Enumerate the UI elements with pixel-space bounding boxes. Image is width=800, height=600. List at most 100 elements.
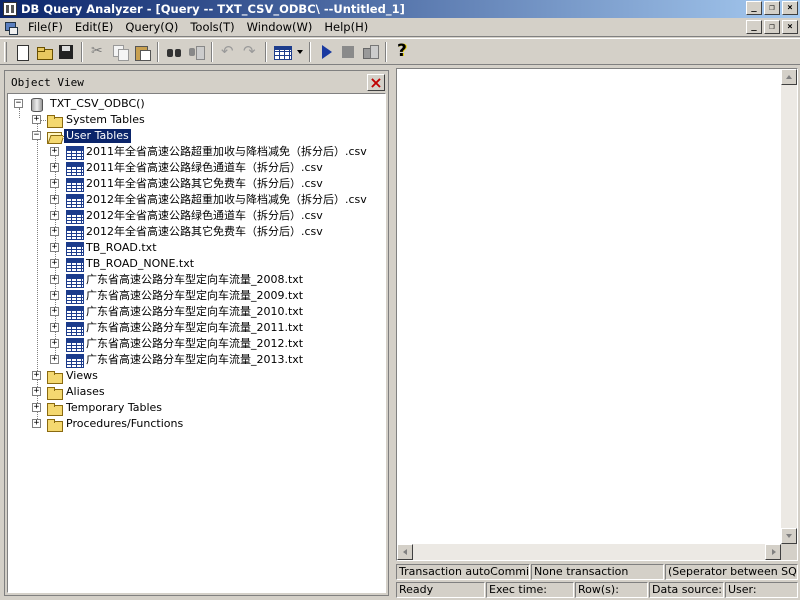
stop-button[interactable] — [337, 41, 359, 63]
expand-toggle[interactable]: + — [50, 291, 59, 300]
menu-edit[interactable]: Edit(E) — [69, 20, 120, 34]
expand-toggle[interactable]: + — [50, 163, 59, 172]
menu-window[interactable]: Window(W) — [241, 20, 319, 34]
menu-bar: File(F) Edit(E) Query(Q) Tools(T) Window… — [0, 18, 800, 37]
child-minimize-button[interactable]: _ — [746, 20, 762, 34]
tree-node-label: Views — [66, 369, 98, 382]
menu-file[interactable]: File(F) — [22, 20, 69, 34]
child-close-button[interactable]: × — [782, 20, 798, 34]
folder-icon — [46, 401, 63, 416]
window-title: DB Query Analyzer - [Query -- TXT_CSV_OD… — [21, 2, 405, 16]
redo-button[interactable] — [239, 41, 261, 63]
tree-node-label: TXT_CSV_ODBC() — [50, 97, 145, 110]
scroll-down-button[interactable] — [781, 528, 797, 544]
scroll-up-button[interactable] — [781, 69, 797, 85]
close-icon: × — [369, 72, 383, 92]
undo-button[interactable] — [217, 41, 239, 63]
expand-toggle[interactable]: + — [50, 307, 59, 316]
undo-icon — [220, 42, 236, 60]
paste-button[interactable] — [131, 41, 153, 63]
expand-toggle[interactable]: + — [32, 115, 41, 124]
collapse-toggle[interactable]: − — [14, 99, 23, 108]
tree-node-label: 广东省高速公路分车型定向车流量_2008.txt — [86, 273, 304, 286]
toolbar-separator — [211, 41, 213, 62]
expand-toggle[interactable]: + — [50, 195, 59, 204]
new-button[interactable] — [11, 41, 33, 63]
title-bar: DB Query Analyzer - [Query -- TXT_CSV_OD… — [0, 0, 800, 18]
close-button[interactable]: × — [782, 1, 798, 15]
expand-toggle[interactable]: + — [50, 147, 59, 156]
scroll-right-button[interactable] — [765, 544, 781, 560]
horizontal-scrollbar[interactable] — [397, 544, 781, 560]
database-icon — [28, 97, 44, 112]
scroll-left-button[interactable] — [397, 544, 413, 560]
object-view-close-button[interactable]: × — [367, 74, 385, 91]
expand-toggle[interactable]: + — [50, 259, 59, 268]
find-icon — [166, 44, 182, 60]
expand-toggle[interactable]: + — [32, 403, 41, 412]
tree-node-label: TB_ROAD_NONE.txt — [86, 257, 195, 270]
run-icon — [318, 44, 334, 60]
grid-view-button[interactable] — [271, 41, 293, 63]
expand-toggle[interactable]: + — [32, 371, 41, 380]
child-restore-button[interactable]: ❐ — [764, 20, 780, 34]
table-icon — [66, 209, 84, 224]
find-button[interactable] — [163, 41, 185, 63]
folder-icon — [46, 369, 63, 384]
copy-button[interactable] — [109, 41, 131, 63]
expand-toggle[interactable]: + — [50, 339, 59, 348]
table-icon — [66, 225, 84, 240]
document-icon[interactable] — [4, 20, 18, 35]
object-view-panel: Object View × − TXT_CSV_ODBC() + System … — [4, 70, 389, 596]
help-button[interactable] — [391, 41, 413, 63]
restore-button[interactable]: ❐ — [764, 1, 780, 15]
expand-toggle[interactable]: + — [50, 323, 59, 332]
folder-icon — [46, 113, 63, 128]
toolbar-grip[interactable] — [4, 41, 7, 62]
new-icon — [14, 44, 30, 61]
step-button[interactable] — [359, 41, 381, 63]
table-icon — [66, 353, 84, 368]
menu-help[interactable]: Help(H) — [318, 20, 374, 34]
window-controls: _ ❐ × — [746, 1, 798, 15]
status-autocommit: Transaction autoCommit: O — [396, 564, 530, 580]
expand-toggle[interactable]: + — [32, 419, 41, 428]
stop-icon — [340, 44, 356, 60]
help-icon — [394, 41, 410, 61]
toolbar — [0, 38, 800, 65]
tree-node-label: 广东省高速公路分车型定向车流量_2012.txt — [86, 337, 304, 350]
expand-toggle[interactable]: + — [32, 387, 41, 396]
run-button[interactable] — [315, 41, 337, 63]
copy-icon — [112, 44, 129, 61]
cut-button[interactable] — [87, 41, 109, 63]
minimize-button[interactable]: _ — [746, 1, 762, 15]
query-editor[interactable] — [396, 68, 798, 561]
expand-toggle[interactable]: + — [50, 211, 59, 220]
expand-toggle[interactable]: + — [50, 355, 59, 364]
table-icon — [66, 145, 84, 160]
collapse-toggle[interactable]: − — [32, 131, 41, 140]
folder-icon — [46, 417, 63, 432]
expand-toggle[interactable]: + — [50, 243, 59, 252]
object-tree[interactable]: − TXT_CSV_ODBC() + System Tables − User … — [7, 93, 386, 593]
menu-tools[interactable]: Tools(T) — [184, 20, 240, 34]
toolbar-separator — [81, 41, 83, 62]
table-icon — [66, 273, 84, 288]
table-icon — [66, 193, 84, 208]
toolbar-separator — [265, 41, 267, 62]
folder-icon — [46, 385, 63, 400]
save-button[interactable] — [55, 41, 77, 63]
grid-view-dropdown[interactable] — [293, 41, 305, 63]
menu-query[interactable]: Query(Q) — [119, 20, 184, 34]
expand-toggle[interactable]: + — [50, 275, 59, 284]
app-icon — [3, 2, 17, 16]
toolbar-separator — [309, 41, 311, 62]
vertical-scrollbar[interactable] — [781, 69, 797, 544]
replace-button[interactable] — [185, 41, 207, 63]
tree-node-label: Procedures/Functions — [66, 417, 184, 430]
open-button[interactable] — [33, 41, 55, 63]
expand-toggle[interactable]: + — [50, 227, 59, 236]
tree-node-label: 2011年全省高速公路绿色通道车（拆分后）.csv — [86, 161, 323, 174]
expand-toggle[interactable]: + — [50, 179, 59, 188]
toolbar-separator — [157, 41, 159, 62]
